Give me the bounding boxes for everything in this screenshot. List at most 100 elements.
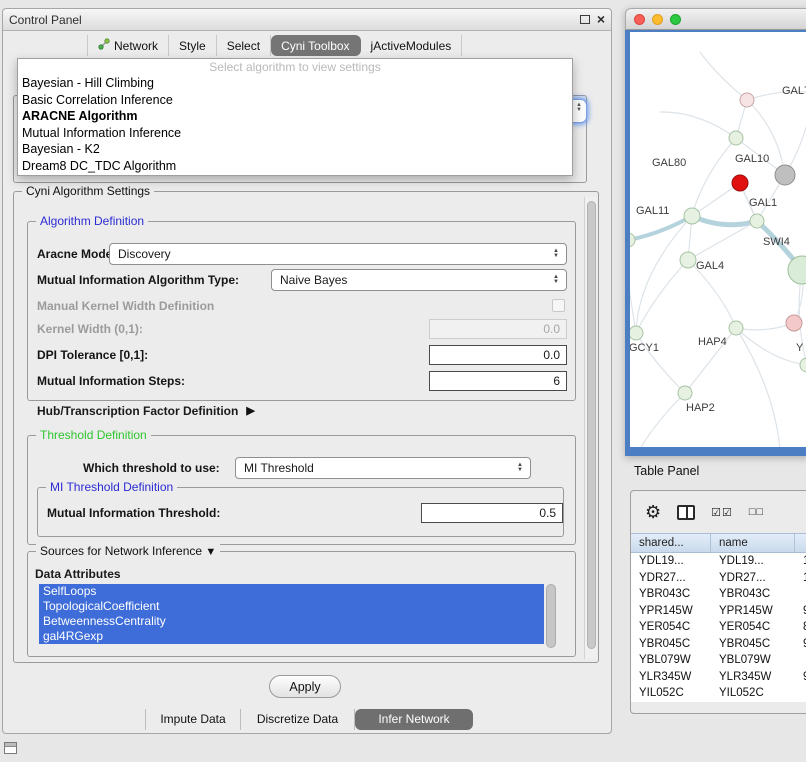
table-row[interactable]: YPR145WYPR145W9. — [631, 603, 806, 620]
network-node[interactable] — [729, 131, 743, 145]
network-edge[interactable] — [688, 221, 757, 260]
network-node[interactable] — [678, 386, 692, 400]
table-cell: YBR045C — [631, 636, 711, 653]
tab-impute-data[interactable]: Impute Data — [145, 709, 241, 730]
collapse-arrow-icon[interactable]: ▼ — [205, 546, 216, 558]
hub-definition-expander[interactable]: Hub/Transcription Factor Definition ▶ — [37, 401, 255, 421]
network-edge[interactable] — [640, 393, 685, 447]
mi-algorithm-type-select[interactable]: Naive Bayes ▲▼ — [271, 269, 567, 291]
manual-kernel-width-checkbox[interactable] — [552, 299, 565, 312]
table-row[interactable]: YDR27...YDR27...12 — [631, 570, 806, 587]
settings-scrollbar[interactable] — [584, 197, 597, 659]
network-node[interactable] — [680, 252, 696, 268]
algorithm-option-selected[interactable]: ARACNE Algorithm — [18, 108, 572, 125]
tab-discretize-data[interactable]: Discretize Data — [241, 709, 355, 730]
network-edge[interactable] — [736, 323, 794, 330]
table-row[interactable]: YBL079WYBL079W — [631, 652, 806, 669]
network-node[interactable] — [800, 358, 806, 372]
table-row[interactable]: YIL052CYIL052C — [631, 685, 806, 702]
combo-arrows-icon: ▲▼ — [550, 244, 562, 264]
column-header-name[interactable]: name — [711, 534, 795, 552]
table-cell: YPR145W — [711, 603, 795, 620]
network-node[interactable] — [750, 214, 764, 228]
deselect-columns-icon[interactable]: □□ — [749, 506, 764, 518]
node-label: GAL1 — [749, 197, 777, 209]
table-panel-title: Table Panel — [634, 464, 699, 478]
select-columns-icon[interactable]: ☑☑ — [711, 506, 733, 519]
close-traffic-light[interactable] — [634, 14, 645, 25]
float-window-icon[interactable] — [580, 15, 590, 24]
network-edge[interactable] — [692, 138, 736, 216]
control-panel-titlebar[interactable]: Control Panel × — [3, 9, 611, 31]
scrollbar-thumb[interactable] — [587, 201, 596, 649]
algorithm-dropdown-list: Select algorithm to view settings Bayesi… — [17, 58, 573, 176]
table-row[interactable]: YER054CYER054C8. — [631, 619, 806, 636]
network-edge[interactable] — [660, 112, 736, 138]
column-header-shared-name[interactable]: shared... — [631, 534, 711, 552]
table-row[interactable]: YBR043CYBR043C — [631, 586, 806, 603]
aracne-mode-label: Aracne Mode: — [37, 243, 116, 265]
which-threshold-select[interactable]: MI Threshold ▲▼ — [235, 457, 531, 479]
table-row[interactable]: YLR345WYLR345W9. — [631, 669, 806, 686]
network-window-titlebar[interactable] — [625, 8, 806, 30]
network-edge[interactable] — [630, 216, 692, 240]
attribute-item-selected[interactable]: gal4RGexp — [39, 629, 544, 644]
network-edge[interactable] — [636, 216, 692, 333]
algorithm-option[interactable]: Mutual Information Inference — [18, 125, 572, 142]
network-node[interactable] — [775, 165, 795, 185]
tab-cyni-toolbox[interactable]: Cyni Toolbox — [271, 35, 360, 56]
group-legend: Algorithm Definition — [36, 214, 148, 228]
network-node[interactable] — [786, 315, 802, 331]
panel-dock-icon[interactable] — [4, 742, 17, 754]
aracne-mode-select[interactable]: Discovery ▲▼ — [109, 243, 567, 265]
network-edge[interactable] — [630, 282, 636, 333]
which-threshold-label: Which threshold to use: — [83, 457, 220, 479]
close-icon[interactable]: × — [597, 12, 605, 26]
tab-select[interactable]: Select — [217, 35, 271, 56]
minimize-traffic-light[interactable] — [652, 14, 663, 25]
network-node[interactable] — [729, 321, 743, 335]
algorithm-option[interactable]: Bayesian - K2 — [18, 141, 572, 158]
network-node[interactable] — [684, 208, 700, 224]
dpi-tolerance-input[interactable]: 0.0 — [429, 345, 567, 365]
network-edge[interactable] — [692, 216, 757, 225]
network-canvas[interactable]: GAL80GAL10GAL7GAL11GAL1SWI4GAL4GCY1HAP4H… — [625, 30, 806, 456]
apply-button[interactable]: Apply — [269, 675, 341, 698]
expand-arrow-icon[interactable]: ▶ — [246, 401, 254, 421]
tab-network[interactable]: Network — [87, 35, 169, 56]
table-row[interactable]: YDL19...YDL19...13 — [631, 553, 806, 570]
tab-jactivemodules[interactable]: jActiveModules — [361, 35, 463, 56]
attribute-list-scrollbar[interactable] — [546, 584, 556, 648]
network-edge[interactable] — [700, 52, 747, 100]
zoom-traffic-light[interactable] — [670, 14, 681, 25]
algorithm-option[interactable]: Bayesian - Hill Climbing — [18, 75, 572, 92]
kernel-width-input[interactable]: 0.0 — [429, 319, 567, 339]
column-header-extra[interactable] — [795, 534, 806, 552]
table-row[interactable]: YBR045CYBR045C9. — [631, 636, 806, 653]
network-edge[interactable] — [692, 183, 740, 216]
mi-steps-input[interactable]: 6 — [429, 371, 567, 391]
mi-threshold-label: Mutual Information Threshold: — [47, 503, 220, 523]
kernel-width-label: Kernel Width (0,1): — [37, 319, 143, 339]
attribute-item-selected[interactable]: TopologicalCoefficient — [39, 599, 544, 614]
mi-threshold-input[interactable]: 0.5 — [421, 503, 563, 523]
dpi-tolerance-label: DPI Tolerance [0,1]: — [37, 345, 148, 365]
selected-value: Discovery — [118, 247, 171, 261]
tab-style[interactable]: Style — [169, 35, 217, 56]
attribute-item-selected[interactable]: SelfLoops — [39, 584, 544, 599]
tab-infer-network[interactable]: Infer Network — [355, 709, 473, 730]
network-edge[interactable] — [636, 260, 688, 333]
network-node[interactable] — [788, 256, 806, 284]
network-node[interactable] — [630, 233, 635, 247]
algorithm-option[interactable]: Dream8 DC_TDC Algorithm — [18, 158, 572, 175]
network-node[interactable] — [630, 326, 643, 340]
algorithm-option[interactable]: Basic Correlation Inference — [18, 92, 572, 109]
gear-icon[interactable]: ⚙ — [645, 502, 661, 523]
network-node[interactable] — [740, 93, 754, 107]
network-node[interactable] — [732, 175, 748, 191]
window-title: Control Panel — [9, 13, 82, 27]
column-browser-icon[interactable] — [677, 505, 695, 520]
table-cell: YDL19... — [711, 553, 795, 570]
attribute-item-selected[interactable]: BetweennessCentrality — [39, 614, 544, 629]
network-icon — [98, 38, 110, 53]
